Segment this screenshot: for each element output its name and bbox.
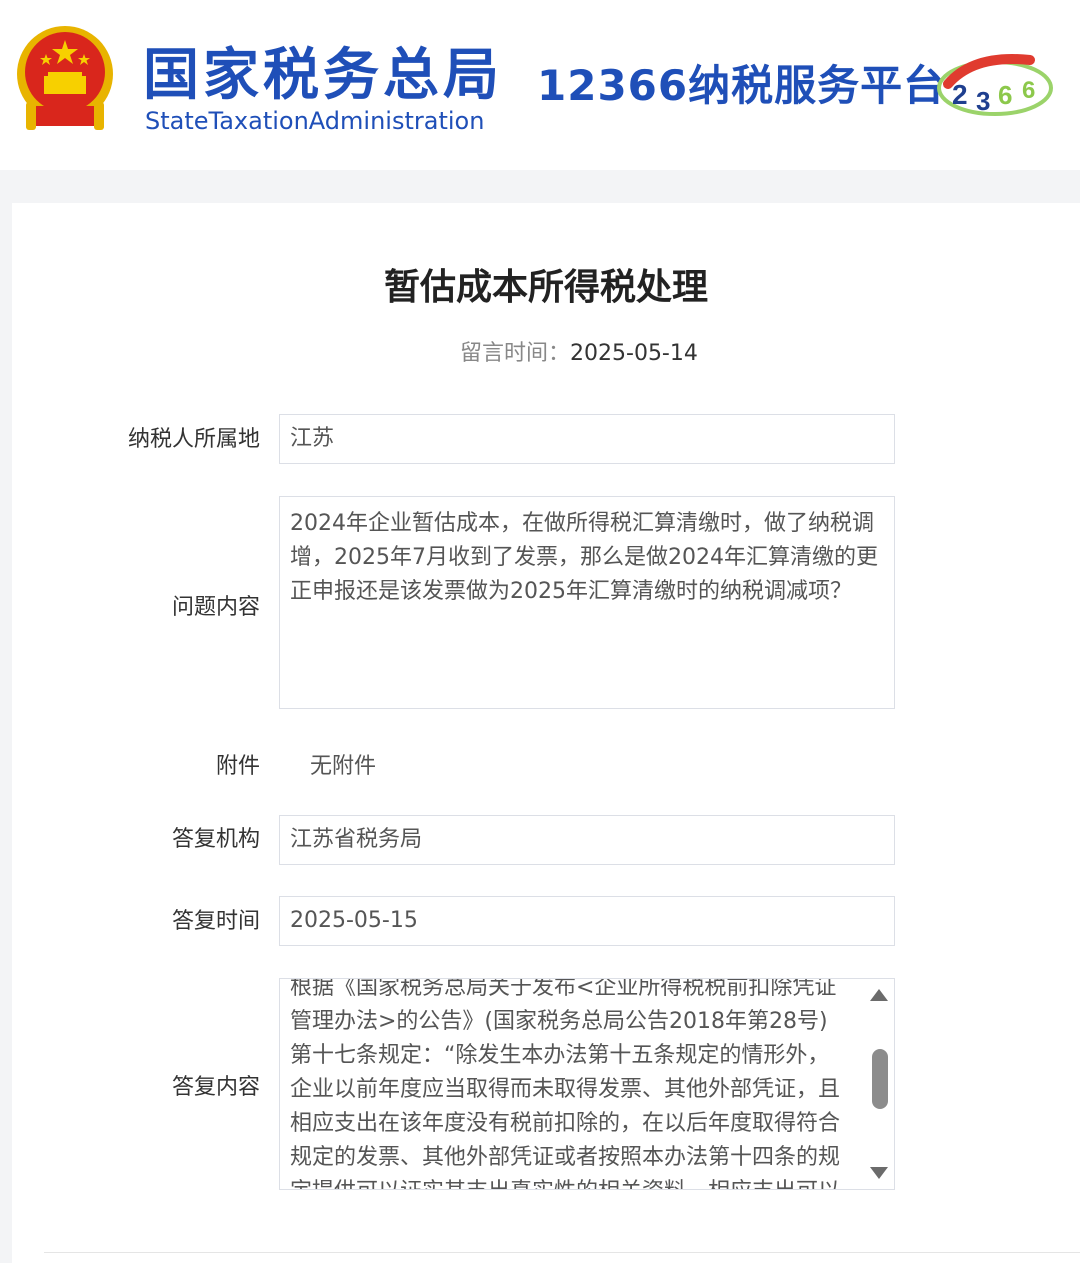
reply-content-box[interactable]: 根据《国家税务总局关于发布<企业所得税税前扣除凭证管理办法>的公告》(国家税务总… — [279, 978, 895, 1190]
reply-scrollbar[interactable] — [864, 979, 894, 1189]
message-time-value: 2025-05-14 — [570, 341, 698, 366]
brand-title-cn: 国家税务总局 — [143, 43, 503, 108]
svg-text:2: 2 — [952, 79, 968, 110]
question-label: 问题内容 — [171, 595, 260, 620]
agency-field: 江苏省税务局 — [279, 815, 895, 865]
svg-text:6: 6 — [1022, 77, 1035, 104]
scroll-up-arrow-icon[interactable] — [870, 989, 888, 1001]
reply-time-field: 2025-05-15 — [279, 896, 895, 946]
page-title: 暂估成本所得税处理 — [383, 267, 708, 308]
question-field: 2024年企业暂估成本，在做所得税汇算清缴时，做了纳税调增，2025年7月收到了… — [279, 496, 895, 709]
reply-content-text: 根据《国家税务总局关于发布<企业所得税税前扣除凭证管理办法>的公告》(国家税务总… — [290, 978, 841, 1189]
agency-label: 答复机构 — [171, 827, 260, 852]
scroll-thumb[interactable] — [872, 1049, 888, 1109]
reply-label: 答复内容 — [171, 1075, 260, 1100]
svg-text:3: 3 — [976, 86, 990, 116]
site-header: 国家税务总局 StateTaxationAdministration 12366… — [0, 0, 1080, 170]
reply-time-label: 答复时间 — [171, 909, 260, 934]
message-detail-card: 暂估成本所得税处理 留言时间：2025-05-14 纳税人所属地 江苏 问题内容… — [12, 203, 1080, 1263]
region-label: 纳税人所属地 — [127, 427, 260, 452]
svg-text:6: 6 — [998, 80, 1012, 110]
national-emblem-icon — [17, 26, 113, 130]
attachment-label: 附件 — [215, 754, 260, 779]
footer-divider — [44, 1252, 1080, 1253]
message-time-label: 留言时间： — [460, 341, 571, 366]
scroll-down-arrow-icon[interactable] — [870, 1167, 888, 1179]
attachment-value: 无附件 — [310, 754, 377, 779]
platform-title: 12366纳税服务平台 — [537, 61, 947, 110]
brand-title-en: StateTaxationAdministration — [145, 107, 485, 135]
region-field: 江苏 — [279, 414, 895, 464]
12366-logo-icon: 2 3 6 6 — [937, 54, 1053, 116]
message-time: 留言时间：2025-05-14 — [460, 339, 698, 369]
